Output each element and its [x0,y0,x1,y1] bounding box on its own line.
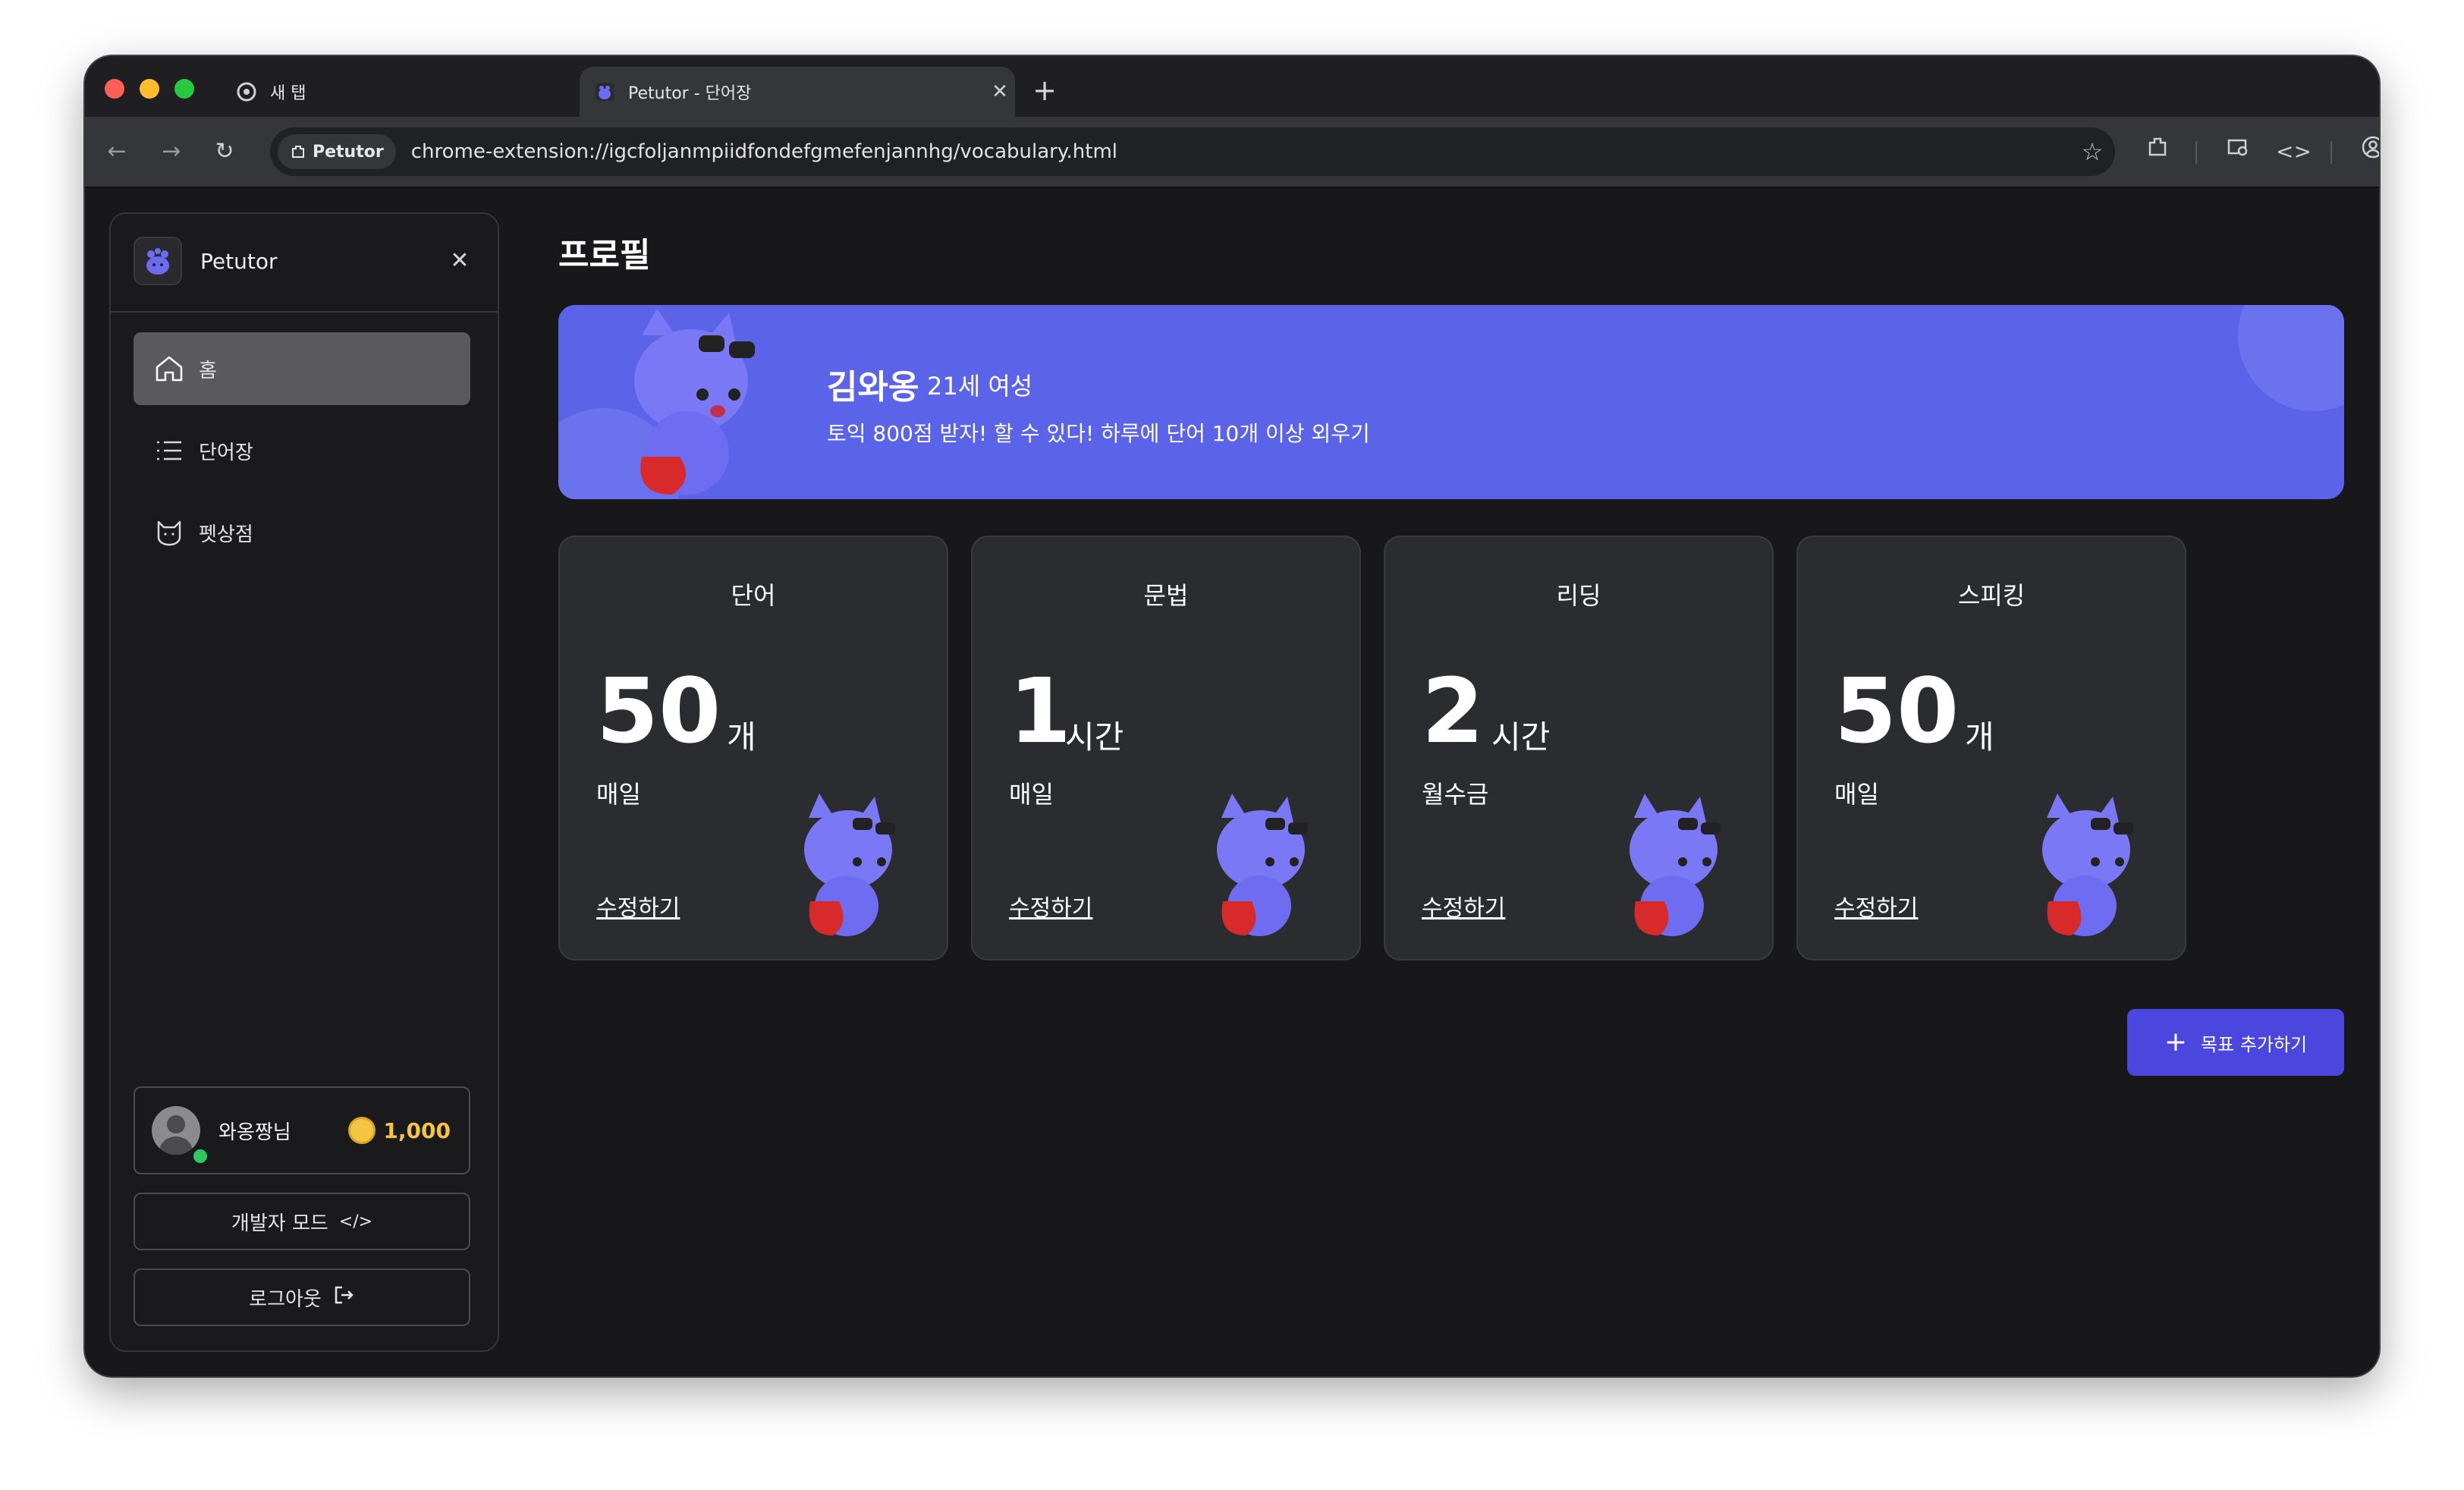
sidebar-header: Petutor ✕ [111,214,498,313]
edit-goal-link[interactable]: 수정하기 [1009,889,1092,923]
goal-category: 문법 [1143,581,1189,610]
devtools-code-icon[interactable]: <> [2276,135,2312,168]
logout-label: 로그아웃 [249,1287,322,1311]
mascot-cat-image [634,309,755,495]
toolbar-divider [2330,141,2332,164]
site-chip[interactable]: Petutor [278,134,396,169]
site-chip-label: Petutor [313,142,384,162]
goal-unit: 개 [1965,718,1994,756]
goal-frequency: 월수금 [1422,780,1489,809]
user-card[interactable]: 와옹짱님 1,000 [134,1086,470,1174]
profile-goal: 토익 800점 받자! 할 수 있다! 하루에 단어 10개 이상 외우기 [827,421,1370,446]
new-tab-button[interactable]: + [1026,71,1064,109]
app-name: Petutor [200,249,278,274]
petutor-favicon-icon [595,82,614,102]
online-status-dot [191,1147,209,1165]
goal-unit: 시간 [1065,718,1124,756]
goal-number: 2 [1422,659,1485,763]
goal-frequency: 매일 [596,780,641,809]
logout-icon [332,1284,355,1312]
extensions-puzzle-icon[interactable] [2141,135,2174,168]
sidebar-item-pet-shop[interactable]: 펫상점 [134,496,470,569]
plus-icon: + [2164,1026,2188,1058]
edit-goal-link[interactable]: 수정하기 [1834,889,1918,923]
user-name: 와옹짱님 [218,1121,291,1144]
page-title: 프로필 [558,236,651,275]
profile-name: 김와옹 [827,368,919,407]
forward-icon[interactable]: → [155,135,188,168]
tab-petutor[interactable]: Petutor - 단어장 ✕ [580,67,1015,117]
list-icon [150,432,188,470]
mascot-cat-image [804,794,895,936]
bookmark-star-icon[interactable]: ☆ [2070,137,2115,166]
goal-card-grammar: 문법 1 시간 매일 수정하기 [971,536,1361,960]
tab-title: 새 탭 [270,84,306,103]
profile-meta: 21세 여성 [927,372,1033,401]
home-icon [150,350,188,388]
toolbar-divider [2195,141,2197,164]
logout-button[interactable]: 로그아웃 [134,1268,470,1326]
url-text: chrome-extension://igcfoljanmpiidfondefg… [410,140,1117,163]
goal-category: 리딩 [1556,581,1601,610]
coin-icon [348,1117,376,1144]
sidebar: Petutor ✕ 홈 단어장 펫상점 와옹짱님 1,000 개발자 모드 </… [109,212,499,1352]
petutor-logo-icon [134,237,182,285]
sidebar-item-label: 홈 [199,359,217,382]
mascot-cat-image [1217,794,1308,936]
search-tab-icon[interactable] [2221,135,2255,168]
address-bar[interactable]: Petutor chrome-extension://igcfoljanmpii… [270,127,2115,176]
page-content: Petutor ✕ 홈 단어장 펫상점 와옹짱님 1,000 개발자 모드 </… [85,188,2379,1376]
avatar [152,1106,200,1155]
maximize-window-button[interactable] [174,79,194,99]
edit-goal-link[interactable]: 수정하기 [596,889,680,923]
goal-card-vocabulary: 단어 50 개 매일 수정하기 [558,536,948,960]
sidebar-item-label: 펫상점 [199,523,253,546]
code-icon: </> [338,1212,373,1231]
coin-balance: 1,000 [383,1118,451,1143]
tab-title: Petutor - 단어장 [628,84,752,103]
minimize-window-button[interactable] [140,79,159,99]
goal-unit: 개 [727,718,756,756]
sidebar-item-label: 단어장 [199,441,253,464]
banner-decoration [2238,305,2344,411]
sidebar-item-home[interactable]: 홈 [134,332,470,405]
developer-mode-label: 개발자 모드 [231,1212,328,1235]
goal-category: 단어 [731,581,776,610]
profile-banner: 김와옹 21세 여성 토익 800점 받자! 할 수 있다! 하루에 단어 10… [558,305,2344,499]
add-goal-label: 목표 추가하기 [2201,1033,2308,1055]
cat-icon [150,514,188,552]
goal-card-reading: 리딩 2 시간 월수금 수정하기 [1384,536,1774,960]
edit-goal-link[interactable]: 수정하기 [1422,889,1505,923]
goal-number: 50 [1834,659,1960,763]
goal-number: 50 [596,659,721,763]
back-icon[interactable]: ← [100,135,134,168]
reload-icon[interactable]: ↻ [208,135,241,168]
browser-window: 새 탭 ✕ Petutor - 단어장 ✕ + ← → ↻ Petutor ch… [85,56,2379,1376]
sidebar-close-icon[interactable]: ✕ [445,246,475,276]
browser-toolbar: ← → ↻ Petutor chrome-extension://igcfolj… [85,117,2379,188]
goal-category: 스피킹 [1957,581,2026,610]
mascot-cat-image [2042,794,2133,936]
goal-card-speaking: 스피킹 50 개 매일 수정하기 [1796,536,2186,960]
goal-unit: 시간 [1491,718,1551,756]
add-goal-button[interactable]: + 목표 추가하기 [2127,1009,2344,1076]
chrome-icon [237,82,256,102]
mascot-cat-image [1630,794,1721,936]
profile-icon[interactable] [2356,135,2379,168]
goal-frequency: 매일 [1834,780,1879,809]
extension-icon [292,146,304,158]
goal-frequency: 매일 [1009,780,1054,809]
tab-bar: 새 탭 ✕ Petutor - 단어장 ✕ + [85,56,2379,117]
goal-number: 1 [1009,659,1072,763]
tab-close-icon[interactable]: ✕ [985,80,1015,103]
sidebar-item-vocabulary[interactable]: 단어장 [134,414,470,487]
close-window-button[interactable] [105,79,124,99]
developer-mode-button[interactable]: 개발자 모드 </> [134,1193,470,1250]
